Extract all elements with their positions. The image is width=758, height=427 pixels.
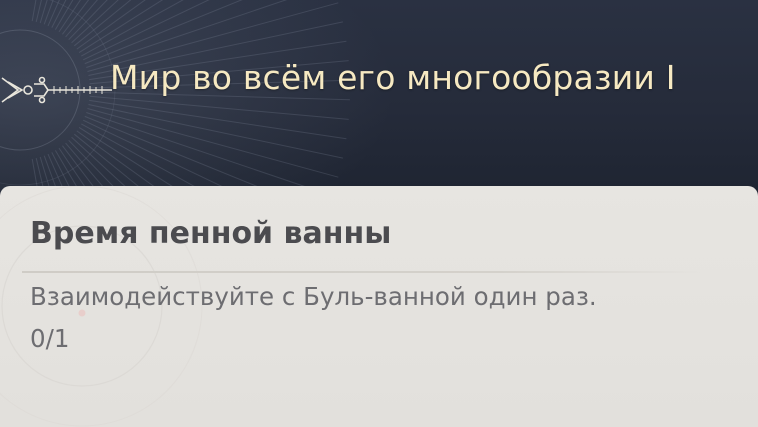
task-progress: 0/1 — [30, 324, 70, 353]
ray-line — [76, 0, 146, 50]
achievement-emblem-icon — [1, 76, 112, 104]
divider — [22, 271, 704, 273]
ray-line — [78, 0, 164, 54]
ray-line — [88, 104, 344, 159]
ray-line — [86, 112, 333, 197]
task-name: Время пенной ванны — [30, 216, 392, 251]
ray-line — [73, 0, 132, 47]
ray-line — [84, 0, 243, 65]
ray-line — [51, 0, 67, 28]
ray-line — [81, 0, 184, 57]
achievement-header: Мир во всём его многообразии I — [0, 0, 758, 200]
ray-line — [89, 95, 349, 120]
achievement-task-card: Время пенной ванны Взаимодействуйте с Бу… — [0, 186, 758, 427]
achievement-title: Мир во всём его многообразии I — [110, 58, 676, 97]
achievement-screen: Мир во всём его многообразии I Время пен… — [0, 0, 758, 427]
task-description: Взаимодействуйте с Буль-ванной один раз. — [30, 282, 597, 311]
